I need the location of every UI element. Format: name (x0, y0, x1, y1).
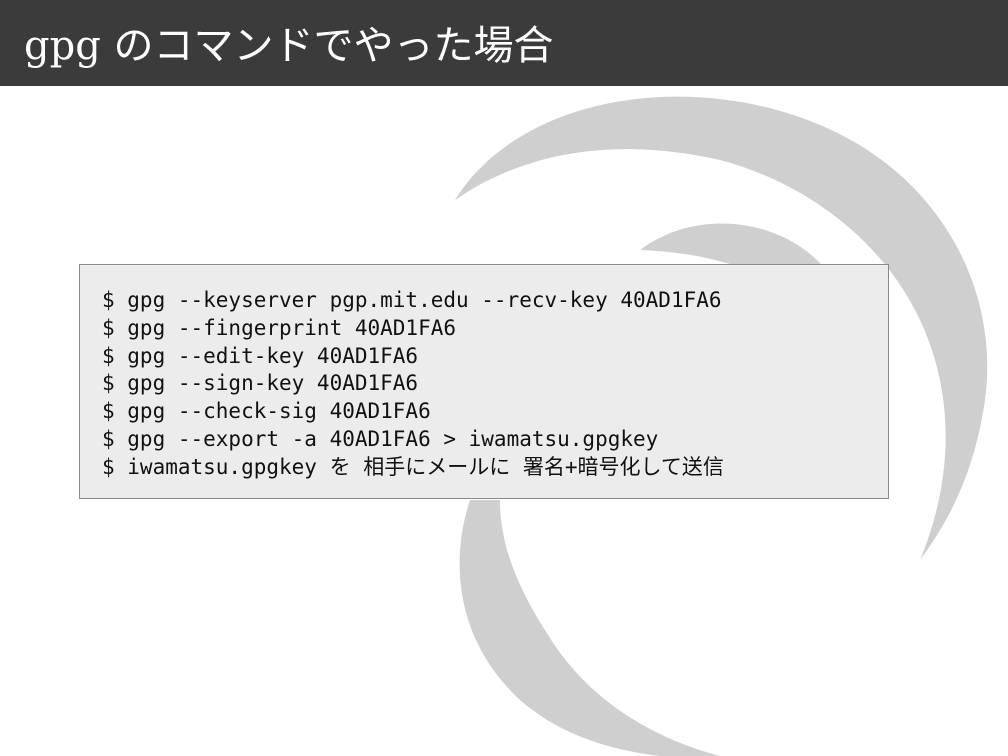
command-line-2: $ gpg --fingerprint 40AD1FA6 (102, 315, 457, 340)
slide-title: gpg のコマンドでやった場合 (24, 23, 554, 69)
command-line-5: $ gpg --check-sig 40AD1FA6 (102, 399, 431, 424)
title-bar: gpg のコマンドでやった場合 (0, 0, 1008, 86)
command-line-4: $ gpg --sign-key 40AD1FA6 (102, 371, 419, 396)
command-line-6: $ gpg --export -a 40AD1FA6 > iwamatsu.gp… (102, 426, 659, 451)
command-line-3: $ gpg --edit-key 40AD1FA6 (102, 343, 419, 368)
command-line-1: $ gpg --keyserver pgp.mit.edu --recv-key… (102, 288, 722, 312)
command-block: $ gpg --keyserver pgp.mit.edu --recv-key… (79, 264, 889, 499)
command-line-7: $ iwamatsu.gpgkey を 相手にメールに 署名+暗号化して送信 (102, 454, 724, 479)
slide: gpg のコマンドでやった場合 $ gpg --keyserver pgp.mi… (0, 0, 1008, 756)
